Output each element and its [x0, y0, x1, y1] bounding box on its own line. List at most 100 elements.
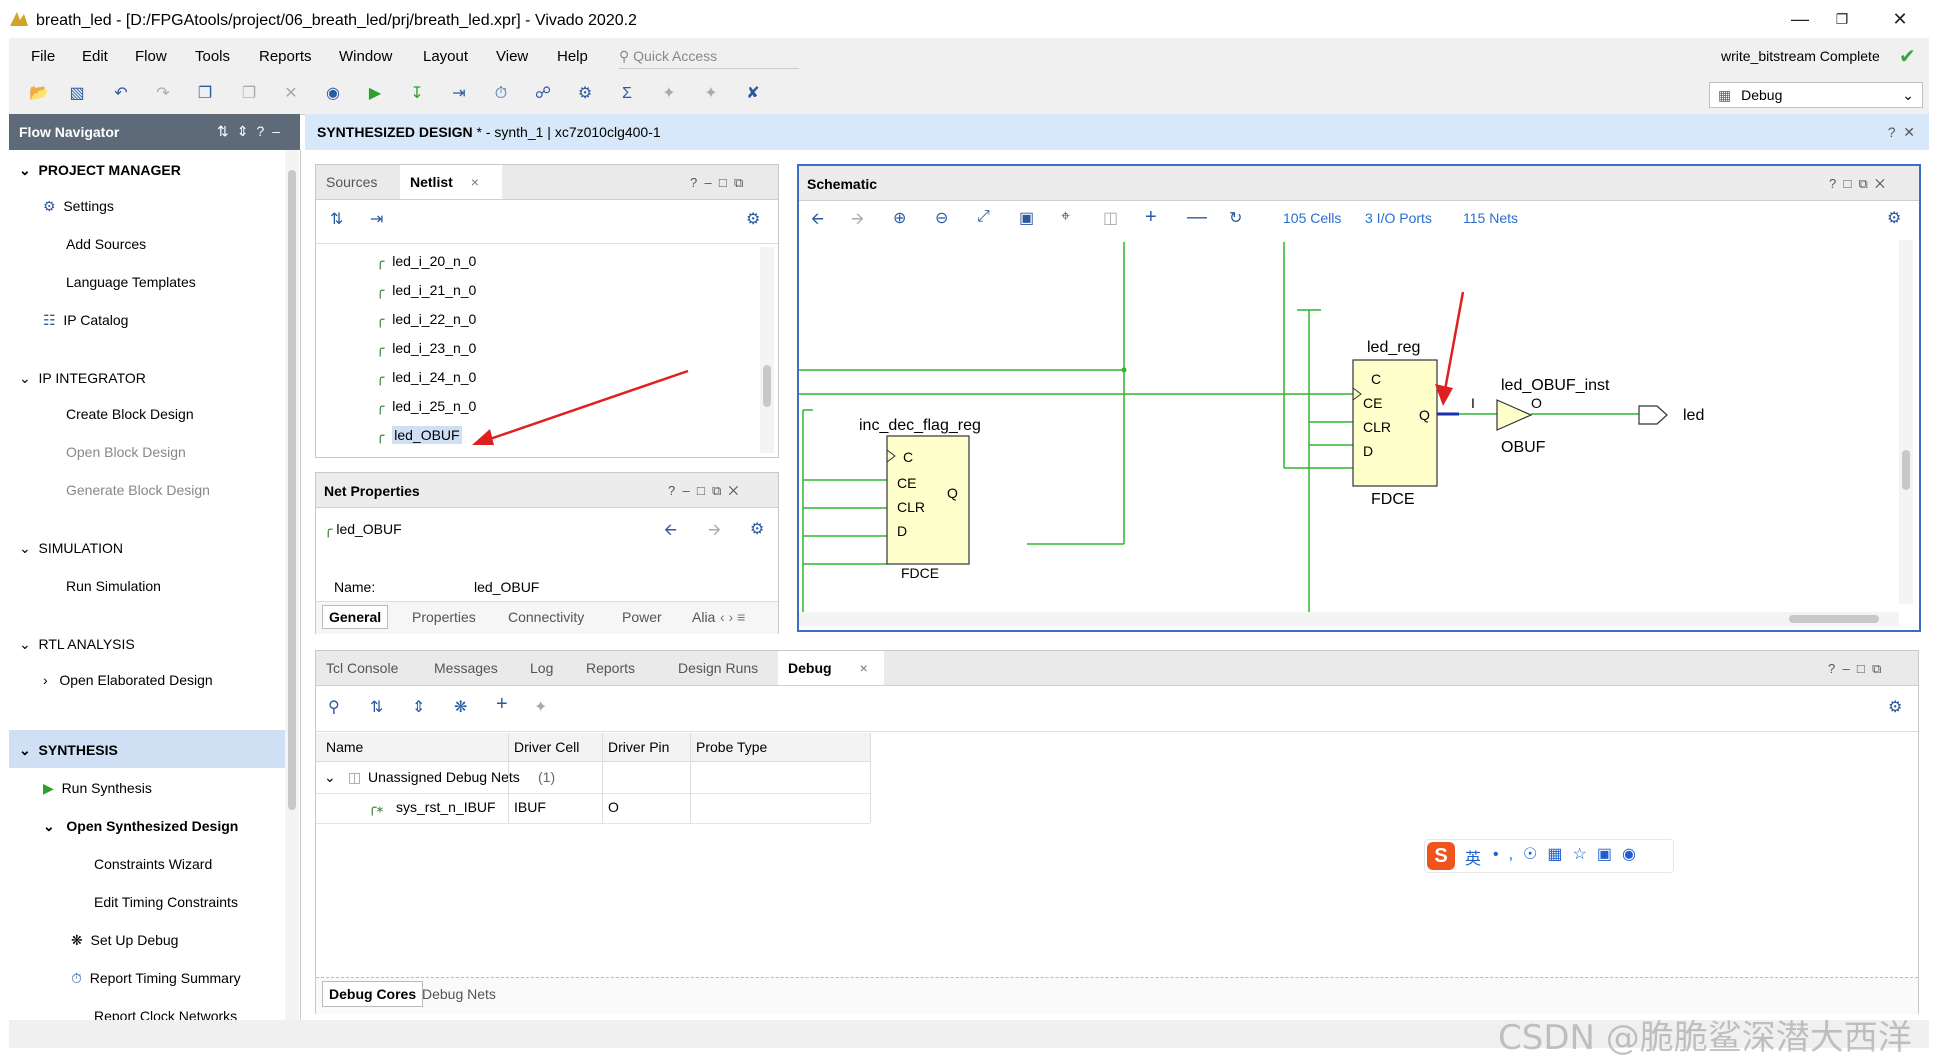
list-item[interactable]: ╭ led_i_23_n_0	[376, 340, 476, 357]
column-driver-pin[interactable]: Driver Pin	[608, 739, 669, 755]
subtab-debug-cores[interactable]: Debug Cores	[322, 981, 424, 1007]
nav-report-timing[interactable]: ⏱ Report Timing Summary	[71, 970, 241, 987]
tab-general[interactable]: General	[322, 605, 389, 629]
gear-icon[interactable]: ⚙	[1888, 697, 1902, 717]
maximize-button[interactable]: ❐	[1822, 6, 1862, 32]
schematic-v-scrollbar[interactable]	[1899, 240, 1913, 604]
minimize-button[interactable]: —	[1780, 6, 1820, 32]
menu-help[interactable]: Help	[557, 48, 588, 65]
plus-icon[interactable]: +	[1145, 206, 1157, 229]
netlist-scrollbar[interactable]	[760, 247, 774, 453]
redo-icon[interactable]: ↷	[153, 84, 173, 104]
nav-generate-block[interactable]: Generate Block Design	[66, 482, 210, 498]
delete-icon[interactable]: ✕	[281, 84, 301, 104]
bug-icon[interactable]: ❋	[454, 697, 467, 717]
cells-link[interactable]: 105 Cells	[1283, 210, 1341, 226]
report-icon[interactable]: ☍	[533, 84, 553, 104]
tab-netlist[interactable]: Netlist ×	[400, 165, 502, 199]
tab-connectivity[interactable]: Connectivity	[508, 609, 584, 625]
panel-controls[interactable]: ? □ ⧉ ✕	[1829, 176, 1885, 192]
open-icon[interactable]: 📂	[29, 84, 49, 104]
undo-icon[interactable]: ↶	[111, 84, 131, 104]
tab-reports[interactable]: Reports	[576, 651, 645, 685]
nav-create-block[interactable]: Create Block Design	[66, 406, 194, 422]
forward-icon[interactable]: 🡪	[708, 519, 721, 546]
collapse-all-icon[interactable]: ⇅	[370, 697, 383, 717]
list-item[interactable]: ╭ led_i_24_n_0	[376, 369, 476, 386]
list-item[interactable]: ╭ led_i_21_n_0	[376, 282, 476, 299]
cell-icon[interactable]: ◫	[1103, 208, 1118, 228]
menu-tools[interactable]: Tools	[195, 48, 230, 65]
tab-sources[interactable]: Sources	[316, 165, 387, 199]
nav-run-synthesis[interactable]: ▶ Run Synthesis	[43, 780, 152, 797]
collapse-all-icon[interactable]: ⇅	[330, 209, 343, 229]
program-icon[interactable]: ⇥	[449, 84, 469, 104]
tab-properties[interactable]: Properties	[412, 609, 476, 625]
refresh-icon[interactable]: ↻	[1229, 208, 1242, 228]
schematic-h-scrollbar[interactable]	[799, 612, 1899, 626]
column-probe-type[interactable]: Probe Type	[696, 739, 767, 755]
gear-icon[interactable]: ⚙	[746, 209, 760, 229]
paste-icon[interactable]: ❐	[239, 84, 259, 104]
gear-icon[interactable]: ⚙	[1887, 208, 1901, 228]
ports-link[interactable]: 3 I/O Ports	[1365, 210, 1432, 226]
gear-icon[interactable]: ⚙	[575, 84, 595, 104]
expand-icon[interactable]: ⇥	[370, 209, 383, 229]
menu-flow[interactable]: Flow	[135, 48, 167, 65]
list-item-selected[interactable]: ╭ led_OBUF	[376, 426, 462, 444]
tab-design-runs[interactable]: Design Runs	[668, 651, 768, 685]
quick-access-input[interactable]: ⚲ Quick Access	[619, 44, 799, 69]
column-name[interactable]: Name	[326, 739, 363, 755]
table-row[interactable]: ╭⁎ sys_rst_n_IBUF IBUF O	[316, 793, 870, 824]
panel-controls[interactable]: ? – □ ⧉	[690, 175, 743, 191]
inc-dec-flag-reg-cell[interactable]: inc_dec_flag_reg C CE CLR D Q FDCE	[859, 417, 981, 581]
led-port[interactable]: led	[1638, 405, 1704, 425]
back-icon[interactable]: 🡨	[811, 208, 824, 235]
minus-icon[interactable]: —	[1187, 206, 1207, 229]
menu-layout[interactable]: Layout	[423, 48, 468, 65]
led-obuf-inst-cell[interactable]: led_OBUF_inst I O OBUF	[1471, 377, 1610, 456]
save-icon[interactable]: ▧	[67, 84, 87, 104]
help-close-controls[interactable]: ? ✕	[1888, 124, 1915, 141]
list-item[interactable]: ╭ led_i_20_n_0	[376, 253, 476, 270]
list-item[interactable]: ╭ led_i_22_n_0	[376, 311, 476, 328]
step-icon[interactable]: ↧	[407, 84, 427, 104]
gear-icon[interactable]: ⚙	[750, 519, 764, 539]
section-rtl-analysis[interactable]: ⌄ RTL ANALYSIS	[19, 636, 135, 653]
close-button[interactable]: ✕	[1880, 6, 1920, 32]
wand2-icon[interactable]: ✦	[701, 84, 721, 104]
tab-messages[interactable]: Messages	[424, 651, 508, 685]
nav-open-block[interactable]: Open Block Design	[66, 444, 186, 460]
zoom-area-icon[interactable]: ▣	[1019, 208, 1034, 228]
menu-edit[interactable]: Edit	[82, 48, 108, 65]
tab-power[interactable]: Power	[622, 609, 662, 625]
section-synthesis[interactable]: ⌄ SYNTHESIS	[9, 730, 290, 768]
layout-select[interactable]: ▦ Debug ⌄	[1709, 82, 1923, 108]
section-project-manager[interactable]: ⌄ PROJECT MANAGER	[19, 162, 181, 179]
panel-controls[interactable]: ? – □ ⧉ ✕	[668, 483, 738, 499]
add-icon[interactable]: +	[496, 693, 508, 716]
schematic-canvas[interactable]: inc_dec_flag_reg C CE CLR D Q FDCE led_r…	[799, 240, 1899, 614]
nav-controls[interactable]: ⇅⇕?–	[217, 123, 288, 140]
nav-run-simulation[interactable]: Run Simulation	[66, 578, 161, 594]
menu-reports[interactable]: Reports	[259, 48, 312, 65]
run-icon[interactable]: ▶	[365, 84, 385, 104]
nav-open-elaborated[interactable]: › Open Elaborated Design	[43, 672, 213, 688]
wand-icon[interactable]: ✦	[659, 84, 679, 104]
copy-icon[interactable]: ❐	[195, 84, 215, 104]
tab-alias[interactable]: Alia	[692, 609, 715, 625]
wand-icon[interactable]: ✦	[534, 697, 547, 717]
panel-controls[interactable]: ? – □ ⧉	[1828, 661, 1881, 677]
nav-edit-timing[interactable]: Edit Timing Constraints	[94, 894, 238, 910]
timer-icon[interactable]: ⏱	[491, 84, 511, 104]
zoom-in-icon[interactable]: ⊕	[893, 208, 906, 228]
nav-settings[interactable]: ⚙ Settings	[43, 198, 114, 215]
binoculars-icon[interactable]: ◉	[323, 84, 343, 104]
subtab-debug-nets[interactable]: Debug Nets	[422, 986, 496, 1002]
nav-open-synthesized[interactable]: ⌄ Open Synthesized Design	[43, 818, 238, 835]
led-reg-cell[interactable]: led_reg C CE CLR D Q FDCE	[1352, 339, 1438, 508]
nav-language-templates[interactable]: Language Templates	[66, 274, 196, 290]
search-icon[interactable]: ⚲	[328, 697, 340, 717]
back-icon[interactable]: 🡨	[664, 519, 677, 546]
scissors-icon[interactable]: ✘	[743, 84, 763, 104]
